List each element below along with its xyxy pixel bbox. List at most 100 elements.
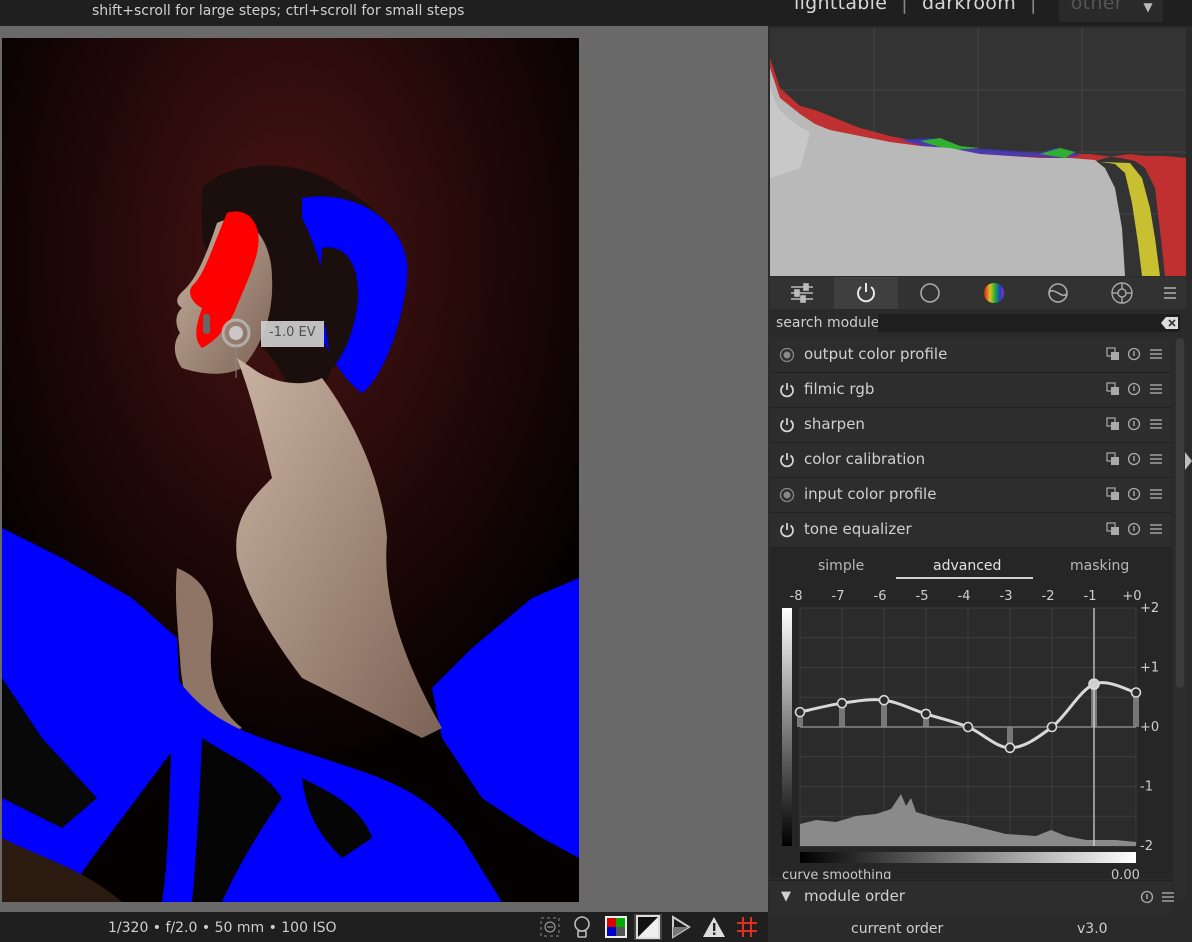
curve-node[interactable]	[878, 694, 890, 706]
module-name: color calibration	[804, 450, 926, 468]
gamut-check-icon[interactable]	[667, 914, 695, 940]
presets-menu-icon[interactable]	[1149, 417, 1163, 431]
module-scrollbar[interactable]	[1176, 338, 1184, 688]
module-row[interactable]: color calibration	[770, 443, 1172, 478]
ev-gain-label: +1	[1140, 661, 1159, 676]
multi-instance-icon[interactable]	[1106, 417, 1120, 431]
guides-icon[interactable]	[733, 914, 761, 940]
curve-smoothing-value[interactable]: 0.00	[1111, 867, 1140, 879]
search-module-input[interactable]	[878, 314, 1180, 332]
chevron-down-icon: ▼	[1143, 0, 1153, 14]
curve-node[interactable]	[920, 708, 932, 720]
overexposed-warning-icon[interactable]	[700, 914, 728, 940]
curve-node[interactable]	[1004, 742, 1016, 754]
curve-node[interactable]	[1130, 687, 1142, 698]
view-separator: |	[901, 0, 908, 14]
curve-node[interactable]	[836, 697, 848, 709]
current-order-label: current order	[851, 921, 944, 937]
presets-menu-icon[interactable]	[1154, 277, 1186, 309]
multi-instance-icon[interactable]	[1106, 487, 1120, 501]
effects-modules-icon[interactable]	[1090, 277, 1154, 309]
tab-masking[interactable]: masking	[1070, 558, 1129, 574]
module-row[interactable]: output color profile	[770, 338, 1172, 373]
active-modules-icon[interactable]	[834, 277, 898, 309]
presets-menu-icon[interactable]	[1149, 347, 1163, 361]
ev-band-label: -6	[874, 589, 887, 604]
output-gradient-bar	[782, 608, 792, 846]
expand-arrow-icon[interactable]: ▼	[781, 889, 791, 904]
ev-gain-label: +2	[1140, 601, 1159, 616]
curve-node[interactable]	[962, 721, 974, 733]
module-name: filmic rgb	[804, 380, 875, 398]
curve-smoothing-label: curve smoothing	[782, 868, 892, 879]
module-name: sharpen	[804, 415, 865, 433]
ev-gain-label: +0	[1140, 720, 1159, 735]
ev-tooltip-text: -1.0 EV	[269, 325, 316, 340]
presets-menu-icon[interactable]	[1149, 382, 1163, 396]
view-switcher: lighttable | darkroom | other ▼	[794, 0, 1163, 22]
presets-menu-icon[interactable]	[1161, 890, 1175, 904]
clear-search-icon[interactable]	[1161, 316, 1179, 330]
view-darkroom[interactable]: darkroom	[922, 0, 1016, 14]
ev-band-label: -7	[832, 589, 845, 604]
module-row[interactable]: sharpen	[770, 408, 1172, 443]
curve-node[interactable]	[794, 706, 806, 718]
presets-menu-icon[interactable]	[1149, 452, 1163, 466]
ev-band-labels: -8 -7 -6 -5 -4 -3 -2 -1 +0	[790, 589, 1142, 604]
reset-icon[interactable]	[1140, 890, 1154, 904]
multi-instance-icon[interactable]	[1106, 382, 1120, 396]
tab-advanced[interactable]: advanced	[933, 558, 1001, 574]
power-icon[interactable]	[778, 521, 796, 539]
reset-icon[interactable]	[1127, 347, 1141, 361]
module-enabled-icon	[779, 347, 795, 363]
focus-peaking-icon[interactable]	[634, 914, 662, 940]
ev-band-label: +0	[1122, 589, 1141, 604]
multi-instance-icon[interactable]	[1106, 347, 1120, 361]
multi-instance-icon[interactable]	[1106, 522, 1120, 536]
ev-gain-label: -1	[1140, 780, 1153, 795]
search-module-label: search module	[776, 315, 880, 331]
tone-equalizer-graph[interactable]: -8 -7 -6 -5 -4 -3 -2 -1 +0 +2 +1 +0 -1 -2	[776, 584, 1168, 878]
reset-icon[interactable]	[1127, 522, 1141, 536]
power-icon[interactable]	[778, 381, 796, 399]
power-icon[interactable]	[778, 451, 796, 469]
module-row[interactable]: input color profile	[770, 478, 1172, 513]
collapse-right-panel-icon[interactable]	[1185, 452, 1192, 470]
power-icon[interactable]	[778, 416, 796, 434]
reset-icon[interactable]	[1127, 417, 1141, 431]
view-lighttable[interactable]: lighttable	[794, 0, 887, 14]
view-other-dropdown[interactable]: other ▼	[1058, 0, 1163, 22]
ev-tooltip: -1.0 EV	[261, 321, 324, 347]
color-modules-icon[interactable]	[962, 277, 1026, 309]
ev-gain-label: -2	[1140, 839, 1153, 854]
ev-band-label: -3	[1000, 589, 1013, 604]
active-tab-indicator	[896, 577, 1033, 579]
quick-access-icon[interactable]	[770, 277, 834, 309]
exposure-cursor-icon	[203, 314, 251, 378]
zoom-icon[interactable]	[536, 914, 564, 940]
presets-menu-icon[interactable]	[1149, 522, 1163, 536]
reset-icon[interactable]	[1127, 452, 1141, 466]
color-assessment-icon[interactable]	[602, 914, 630, 940]
base-modules-icon[interactable]	[898, 277, 962, 309]
reset-icon[interactable]	[1127, 487, 1141, 501]
module-row[interactable]: filmic rgb	[770, 373, 1172, 408]
histogram[interactable]	[770, 28, 1186, 276]
tab-simple[interactable]: simple	[818, 558, 864, 574]
ev-band-label: -4	[958, 589, 971, 604]
module-row[interactable]: tone equalizer	[770, 513, 1172, 548]
ev-gain-labels: +2 +1 +0 -1 -2	[1140, 601, 1159, 854]
module-name: output color profile	[804, 345, 948, 363]
presets-menu-icon[interactable]	[1149, 487, 1163, 501]
module-order-version: v3.0	[1077, 921, 1108, 937]
curve-node[interactable]	[1046, 721, 1058, 733]
reset-icon[interactable]	[1127, 382, 1141, 396]
module-order-title: module order	[804, 887, 905, 905]
module-name: tone equalizer	[804, 520, 912, 538]
view-other-label: other	[1070, 0, 1123, 14]
bulb-icon[interactable]	[568, 914, 596, 940]
correction-modules-icon[interactable]	[1026, 277, 1090, 309]
multi-instance-icon[interactable]	[1106, 452, 1120, 466]
photo-preview[interactable]	[2, 38, 579, 902]
curve-node[interactable]	[1088, 678, 1100, 690]
